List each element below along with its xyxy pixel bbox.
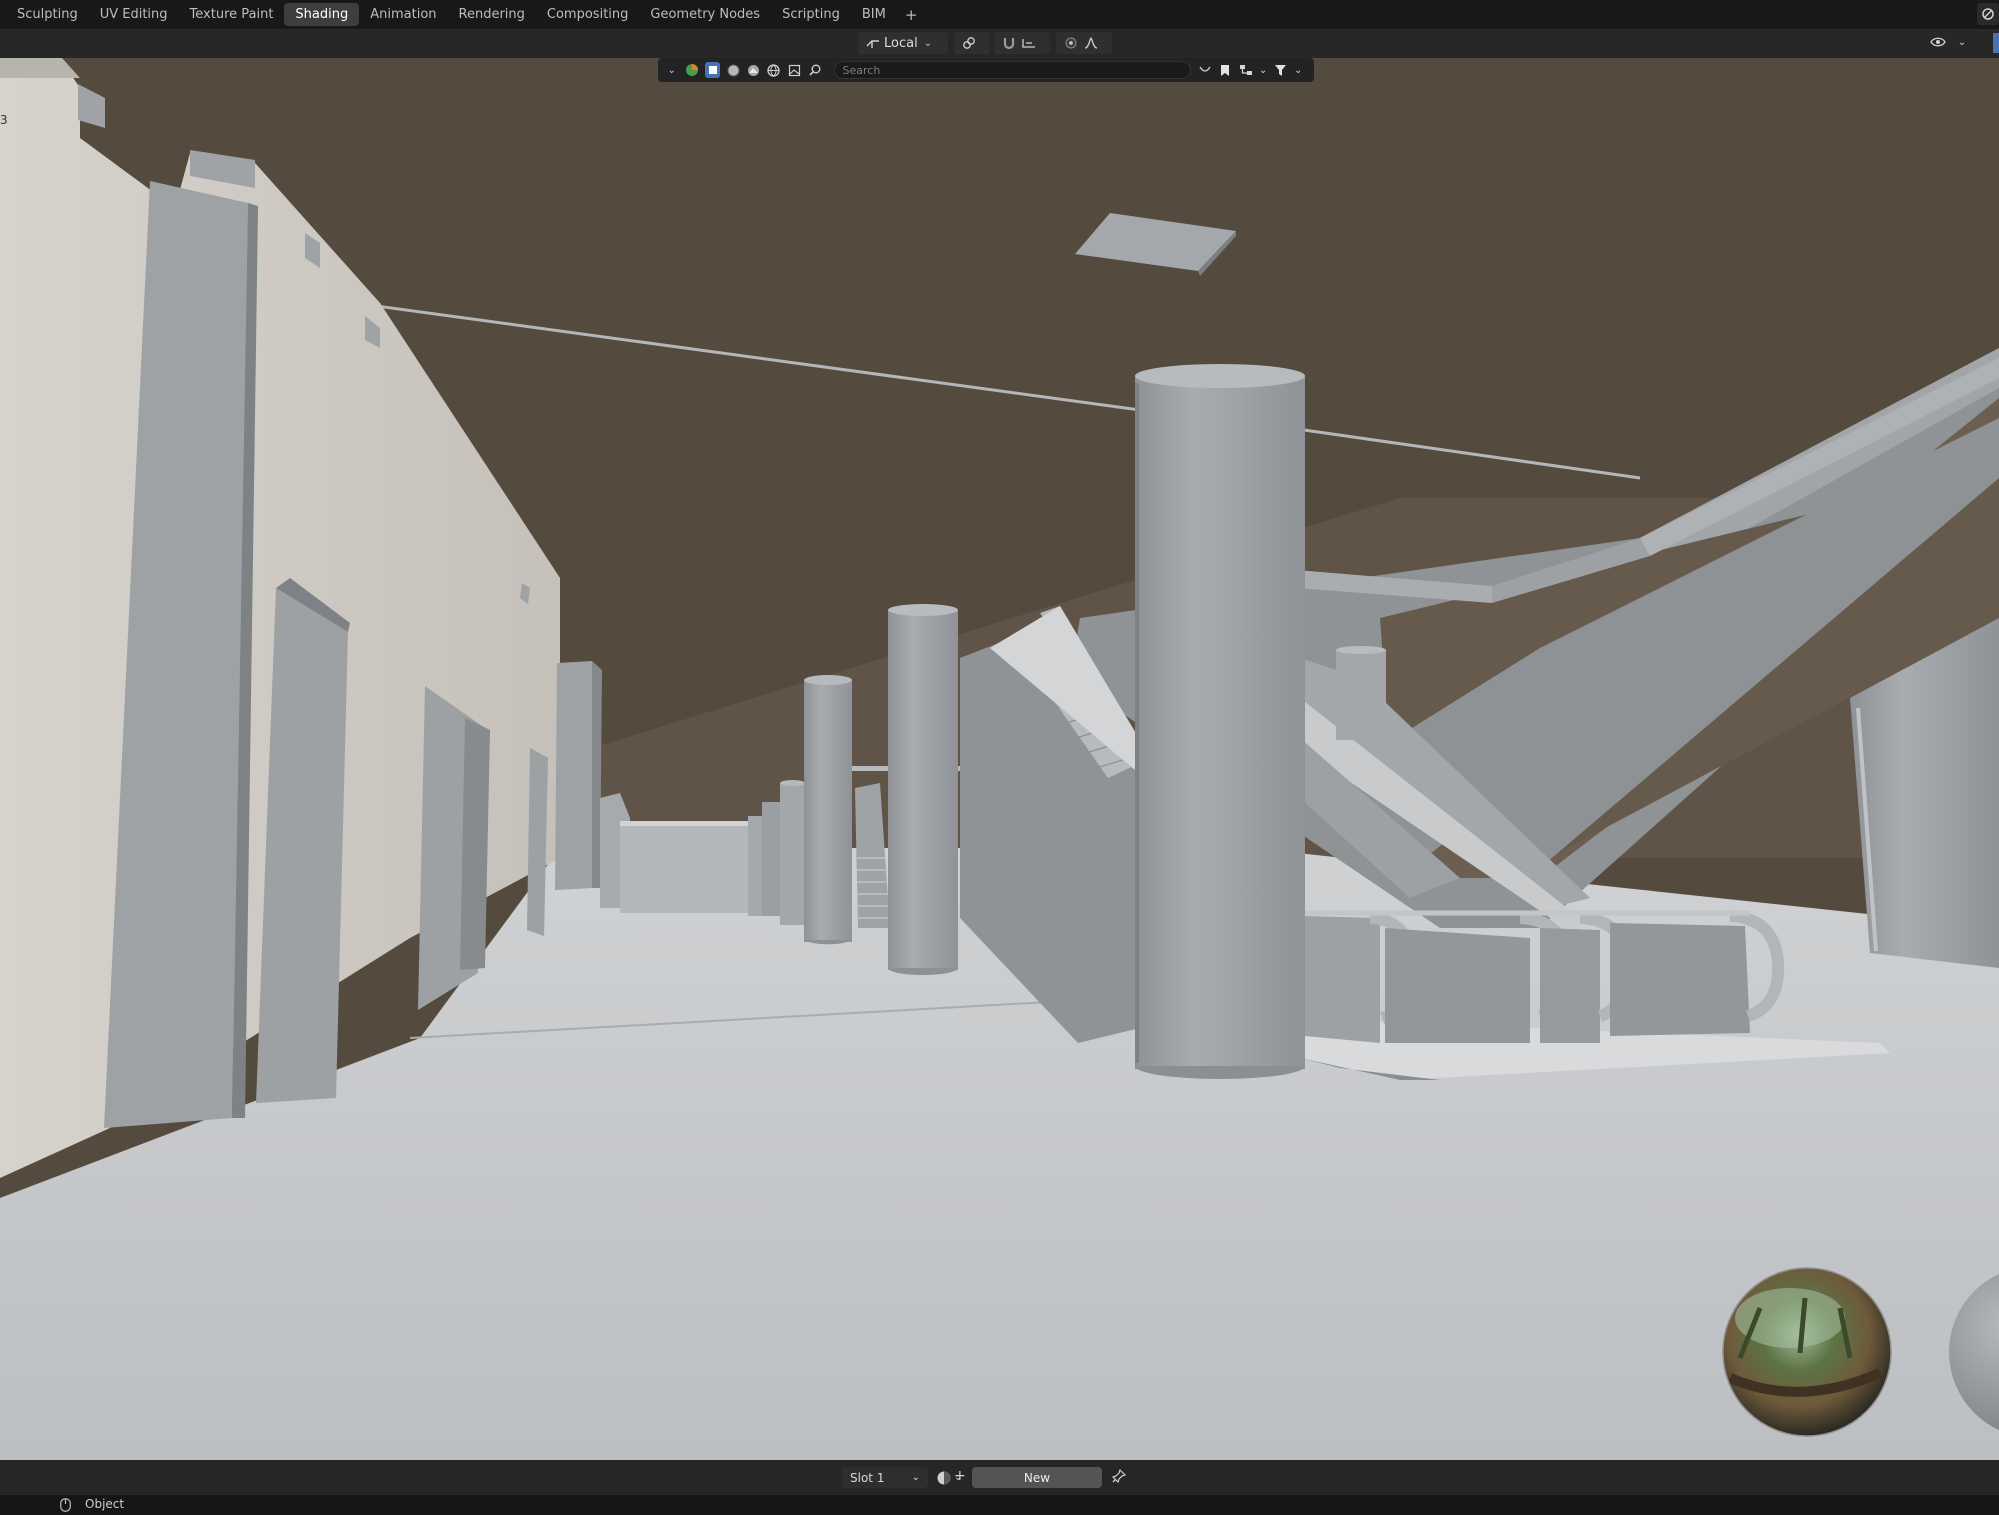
tab-shading[interactable]: Shading (284, 3, 360, 26)
hierarchy-icon[interactable] (1238, 62, 1253, 78)
chevron-down-icon: ⌄ (911, 1472, 920, 1483)
chevron-down-icon[interactable]: ⌄ (1953, 33, 1971, 51)
material-filter-icon[interactable] (746, 62, 761, 78)
tab-animation[interactable]: Animation (359, 3, 447, 26)
mouse-icon (60, 1498, 71, 1512)
axis-gizmo-label: 3 (0, 113, 8, 127)
world-filter-icon[interactable] (766, 62, 781, 78)
search-input[interactable] (840, 62, 1184, 78)
far-corridor-wall (620, 821, 750, 913)
tab-sculpting[interactable]: Sculpting (6, 3, 89, 26)
transform-pivot-value: Local (884, 35, 918, 51)
expand-filter-icon[interactable] (1197, 62, 1212, 78)
snap-menu[interactable] (954, 32, 990, 54)
orientation-icon (864, 34, 882, 52)
viewport-header: Local ⌄ ⌄ (0, 29, 1999, 58)
proportional-editing[interactable] (1056, 32, 1112, 54)
chevron-down-icon[interactable]: ⌄ (1293, 62, 1303, 78)
scene-selector-icon[interactable] (1977, 3, 1999, 25)
material-sphere-icon (937, 1471, 951, 1484)
status-mode-label: Object (85, 1497, 125, 1511)
search-icon (807, 62, 822, 78)
tab-texture-paint[interactable]: Texture Paint (179, 3, 285, 26)
material-slot-dropdown[interactable]: Slot 1 ⌄ (842, 1467, 928, 1488)
object-type-color-icon[interactable] (684, 62, 699, 78)
pillar (888, 610, 958, 970)
transform-pivot-dropdown[interactable]: Local ⌄ (858, 32, 948, 54)
material-bar: Slot 1 ⌄ ⌄ + New (0, 1460, 1999, 1495)
tab-geometry-nodes[interactable]: Geometry Nodes (639, 3, 771, 26)
tab-scripting[interactable]: Scripting (771, 3, 851, 26)
search-field[interactable] (833, 61, 1191, 79)
snap-target-icon (1020, 34, 1038, 52)
viewport-edge-indicator (1993, 33, 1999, 53)
mesh-filter-icon[interactable] (704, 62, 721, 78)
tab-bim[interactable]: BIM (851, 3, 897, 26)
status-bar: Object (0, 1495, 1999, 1515)
hdri-preview-sphere (1722, 1267, 1892, 1437)
scene-render (0, 58, 1999, 1460)
viewport-overlays-group: ⌄ (1929, 33, 1973, 51)
tab-compositing[interactable]: Compositing (536, 3, 640, 26)
chevron-down-icon[interactable]: ⌄ (1258, 62, 1268, 78)
chevron-down-icon[interactable]: ⌄ (664, 62, 679, 78)
main-column (1135, 376, 1305, 1069)
filter-icon[interactable] (1273, 62, 1288, 78)
pin-icon[interactable] (1111, 1468, 1127, 1487)
bookmark-icon[interactable] (1217, 62, 1232, 78)
visibility-eye-icon[interactable] (1929, 33, 1947, 51)
plus-icon: + (954, 1468, 966, 1484)
proportional-edit-icon (1062, 34, 1080, 52)
add-workspace-button[interactable]: + (897, 4, 926, 26)
material-slot-value: Slot 1 (850, 1470, 885, 1485)
snapping-toggle[interactable] (994, 32, 1050, 54)
sphere-filter-icon[interactable] (725, 62, 740, 78)
new-material-label: New (1023, 1470, 1051, 1485)
magnet-icon (1000, 34, 1018, 52)
chevron-down-icon: ⌄ (923, 37, 933, 49)
texture-filter-icon[interactable] (787, 62, 802, 78)
3d-viewport[interactable]: 3 (0, 58, 1999, 1460)
tab-rendering[interactable]: Rendering (448, 3, 536, 26)
pillar (804, 680, 852, 942)
link-icon (960, 34, 978, 52)
new-material-button[interactable]: + New (954, 1467, 1102, 1488)
tab-uv-editing[interactable]: UV Editing (89, 3, 179, 26)
falloff-curve-icon (1082, 34, 1100, 52)
viewport-filter-row: ⌄ ⌄ ⌄ (658, 58, 1314, 82)
workspace-tabs-bar: Sculpting UV Editing Texture Paint Shadi… (0, 0, 1999, 29)
